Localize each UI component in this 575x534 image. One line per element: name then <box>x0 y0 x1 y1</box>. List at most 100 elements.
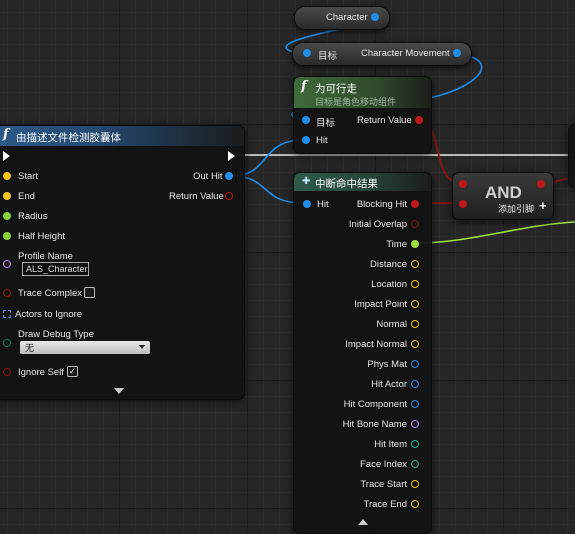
break-hit-output-label: Normal <box>376 319 407 330</box>
break-hit-output-pin[interactable] <box>411 200 419 208</box>
break-hit-output-pin[interactable] <box>411 360 419 368</box>
function-icon: f <box>301 79 307 94</box>
break-hit-output-row: Time <box>294 239 431 255</box>
draw-debug-dropdown[interactable]: 无 <box>20 341 150 354</box>
break-icon: ✚ <box>302 176 311 187</box>
break-hit-output-label: Hit Actor <box>371 379 407 390</box>
movement-target-pin[interactable] <box>303 49 311 57</box>
character-movement-node[interactable]: 目标 Character Movement <box>292 42 472 66</box>
return-value-pin[interactable] <box>225 192 233 200</box>
break-hit-output-pin[interactable] <box>411 380 419 388</box>
break-hit-output-pin[interactable] <box>411 240 419 248</box>
and-input-b-pin[interactable] <box>459 200 467 208</box>
break-hit-output-row: Location <box>294 279 431 295</box>
break-hit-output-label: Hit Bone Name <box>342 419 407 430</box>
break-hit-output-pin[interactable] <box>411 400 419 408</box>
break-hit-output-row: Distance <box>294 259 431 275</box>
movement-target-label: 目标 <box>318 51 338 62</box>
capsule-trace-title: 由描述文件检测胶囊体 <box>16 132 121 144</box>
exec-input-pin[interactable] <box>3 151 10 161</box>
break-hit-output-row: Hit Component <box>294 399 431 415</box>
can-move-title: 为可行走 <box>315 83 357 95</box>
and-node[interactable]: AND 添加引脚 + <box>452 172 554 220</box>
end-pin[interactable] <box>3 192 11 200</box>
can-move-hit-pin[interactable] <box>302 136 310 144</box>
break-hit-output-row: Hit Bone Name <box>294 419 431 435</box>
break-hit-output-row: Blocking Hit <box>294 199 431 215</box>
break-hit-output-row: Hit Actor <box>294 379 431 395</box>
movement-output-label: Character Movement <box>361 48 450 59</box>
function-icon: f <box>3 127 9 142</box>
break-hit-output-label: Location <box>371 279 407 290</box>
break-hit-output-pin[interactable] <box>411 300 419 308</box>
break-hit-output-row: Face Index <box>294 459 431 475</box>
draw-debug-label: Draw Debug Type <box>18 329 94 340</box>
break-hit-output-label: Time <box>386 239 407 250</box>
and-title: AND <box>485 183 522 202</box>
and-input-a-pin[interactable] <box>459 180 467 188</box>
profile-name-label: Profile Name <box>18 251 73 262</box>
break-hit-output-pin[interactable] <box>411 440 419 448</box>
break-hit-output-pin[interactable] <box>411 420 419 428</box>
break-hit-output-pin[interactable] <box>411 460 419 468</box>
break-hit-output-label: Trace End <box>363 499 407 510</box>
ignore-self-label: Ignore Self <box>18 367 64 378</box>
draw-debug-value: 无 <box>25 343 35 353</box>
break-hit-title: 中断命中结果 <box>315 178 378 190</box>
break-hit-output-row: Impact Point <box>294 299 431 315</box>
can-move-hit-label: Hit <box>316 135 328 146</box>
out-hit-pin[interactable] <box>225 172 233 180</box>
break-hit-output-label: Hit Item <box>374 439 407 450</box>
exec-output-pin[interactable] <box>228 151 235 161</box>
break-hit-output-label: Trace Start <box>360 479 407 490</box>
plus-icon[interactable]: + <box>539 198 547 213</box>
character-output-pin[interactable] <box>371 13 379 21</box>
break-hit-output-row: Hit Item <box>294 439 431 455</box>
trace-complex-pin[interactable] <box>3 289 11 297</box>
break-hit-output-pin[interactable] <box>411 320 419 328</box>
break-hit-node[interactable]: ✚ 中断命中结果 Hit Blocking Hit Initial Overlap… <box>293 172 432 534</box>
actors-to-ignore-label: Actors to Ignore <box>15 309 83 320</box>
profile-name-pin[interactable] <box>3 260 11 268</box>
capsule-trace-node[interactable]: f 由描述文件检测胶囊体 Start Out Hit End Return Va… <box>0 125 245 400</box>
radius-label: Radius <box>18 211 48 222</box>
break-hit-output-pin[interactable] <box>411 220 419 228</box>
chevron-down-icon <box>139 345 145 349</box>
out-hit-label: Out Hit <box>193 171 223 182</box>
ignore-self-pin[interactable] <box>3 368 11 376</box>
character-node[interactable]: Character <box>294 6 390 30</box>
start-pin[interactable] <box>3 172 11 180</box>
break-hit-output-label: Phys Mat <box>367 359 407 370</box>
collapse-icon[interactable] <box>358 519 368 525</box>
ignore-self-checkbox[interactable]: ✓ <box>67 366 78 377</box>
and-output-pin[interactable] <box>537 180 545 188</box>
half-height-pin[interactable] <box>3 232 11 240</box>
movement-output-pin[interactable] <box>453 49 461 57</box>
break-hit-output-pin[interactable] <box>411 280 419 288</box>
profile-name-input[interactable]: ALS_Character <box>22 262 89 276</box>
break-hit-output-row: Initial Overlap <box>294 219 431 235</box>
capsule-trace-header: f 由描述文件检测胶囊体 <box>0 126 244 146</box>
break-hit-output-pin[interactable] <box>411 260 419 268</box>
break-hit-output-pin[interactable] <box>411 500 419 508</box>
array-pin-icon[interactable] <box>3 310 11 318</box>
add-pin-label[interactable]: 添加引脚 <box>498 202 534 215</box>
character-label: Character <box>326 12 368 23</box>
draw-debug-pin[interactable] <box>3 339 11 347</box>
break-hit-output-row: Normal <box>294 319 431 335</box>
break-hit-output-label: Impact Normal <box>345 339 407 350</box>
radius-pin[interactable] <box>3 212 11 220</box>
trace-complex-checkbox[interactable] <box>84 287 95 298</box>
break-hit-output-row: Phys Mat <box>294 359 431 375</box>
break-hit-output-pin[interactable] <box>411 340 419 348</box>
break-hit-output-label: Distance <box>370 259 407 270</box>
break-hit-output-pin[interactable] <box>411 480 419 488</box>
break-hit-output-label: Blocking Hit <box>356 199 407 210</box>
can-move-target-pin[interactable] <box>302 116 310 124</box>
start-label: Start <box>18 171 39 182</box>
can-move-subtitle: 目标是角色移动组件 <box>315 97 397 107</box>
can-move-return-pin[interactable] <box>415 116 423 124</box>
offscreen-node[interactable] <box>568 124 575 188</box>
can-move-node[interactable]: f 为可行走 目标是角色移动组件 目标 Return Value Hit <box>293 76 432 154</box>
expand-advanced-icon[interactable] <box>114 388 124 394</box>
